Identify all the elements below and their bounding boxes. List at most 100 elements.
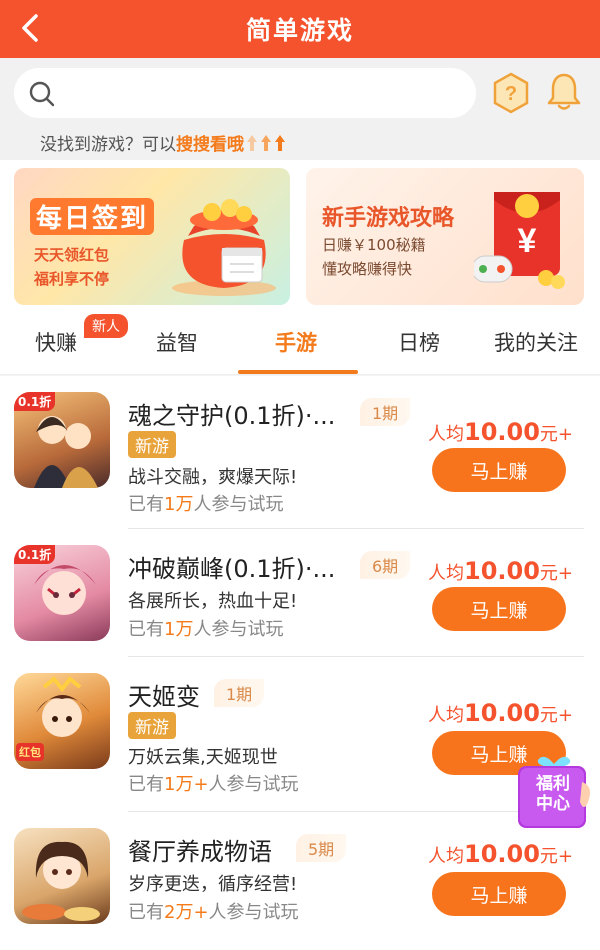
page-title: 简单游戏 — [245, 16, 354, 45]
search-link[interactable]: 搜搜看哦 — [176, 130, 244, 155]
game-description: 岁序更迭，循序经营! — [128, 874, 298, 895]
player-count-number: 1万+ — [164, 774, 209, 795]
divider — [128, 656, 584, 657]
app-header: 简单游戏 — [0, 0, 600, 58]
promo-banners: 每日签到 天天领红包 福利享不停 新手游戏攻略 日赚￥100秘籍 懂攻略赚得快 … — [0, 160, 600, 313]
svg-text:?: ? — [505, 83, 517, 105]
avg-unit: 元+ — [539, 705, 574, 726]
banner-title: 新手游戏攻略 — [322, 206, 455, 231]
welfare-center-button[interactable]: 福利 中心 — [514, 752, 594, 834]
avg-value: 10.00 — [464, 557, 540, 585]
player-count-suffix: 人参与试玩 — [193, 494, 284, 515]
chevron-left-icon — [22, 14, 38, 42]
average-earning: 人均10.00元+ — [428, 418, 573, 446]
search-section: ? 没找到游戏？可以 搜搜看哦 — [0, 58, 600, 160]
player-count-suffix: 人参与试玩 — [193, 619, 284, 640]
banner-subtitle: 福利享不停 — [34, 270, 110, 288]
tab-following[interactable]: 我的关注 — [494, 327, 578, 357]
new-user-badge: 新人 — [84, 314, 128, 338]
welfare-center-label: 福利 中心 — [522, 774, 584, 814]
search-input[interactable] — [14, 68, 476, 118]
banner-subtitle: 天天领红包 — [34, 246, 110, 264]
earn-now-button[interactable]: 马上赚 — [432, 448, 566, 492]
beginner-guide-banner[interactable]: 新手游戏攻略 日赚￥100秘籍 懂攻略赚得快 ¥ — [306, 168, 584, 305]
game-icon: 0.1折 — [14, 545, 110, 641]
game-list: 0.1折 魂之守护(0.1折)·... 1期 新游 战斗交融，爽爆天际! 已有1… — [0, 376, 600, 950]
tab-label: 手游 — [275, 331, 317, 355]
issue-badge: 5期 — [296, 834, 347, 862]
tab-label: 日榜 — [398, 331, 440, 355]
up-arrows-icon — [246, 133, 290, 153]
hint-text: 没找到游戏？可以 — [40, 135, 176, 155]
game-icon: 0.1折 — [14, 392, 110, 488]
avg-unit: 元+ — [539, 563, 574, 584]
help-button[interactable]: ? — [492, 72, 530, 114]
character-art-icon — [22, 841, 100, 921]
game-icon: 红包 — [14, 673, 110, 769]
issue-badge: 1期 — [360, 398, 411, 426]
game-description: 战斗交融，爽爆天际! — [128, 467, 298, 488]
player-count: 已有1万+人参与试玩 — [128, 770, 299, 796]
average-earning: 人均10.00元+ — [428, 840, 573, 868]
tab-label: 益智 — [156, 331, 198, 355]
game-description: 各展所长，热血十足! — [128, 591, 298, 612]
active-tab-indicator — [238, 370, 358, 374]
bell-icon — [547, 73, 581, 110]
avg-value: 10.00 — [464, 699, 540, 727]
avg-prefix: 人均 — [428, 846, 464, 867]
game-title: 天姬变 — [128, 683, 200, 711]
avg-value: 10.00 — [464, 418, 540, 446]
svg-text:¥: ¥ — [518, 222, 537, 260]
player-count-prefix: 已有 — [128, 902, 164, 923]
issue-badge: 1期 — [214, 679, 265, 707]
search-hint: 没找到游戏？可以 搜搜看哦 — [40, 130, 290, 155]
search-icon — [29, 81, 55, 107]
average-earning: 人均10.00元+ — [428, 557, 573, 585]
player-count-suffix: 人参与试玩 — [208, 902, 299, 923]
notification-button[interactable] — [545, 71, 583, 113]
player-count-prefix: 已有 — [128, 619, 164, 640]
welfare-line1: 福利 — [536, 774, 570, 794]
tab-puzzle[interactable]: 益智 — [156, 327, 198, 357]
new-game-tag: 新游 — [128, 712, 176, 739]
player-count-suffix: 人参与试玩 — [208, 774, 299, 795]
player-count-number: 1万 — [164, 494, 194, 515]
banner-subtitle: 懂攻略赚得快 — [322, 260, 413, 278]
player-count: 已有2万+人参与试玩 — [128, 898, 299, 924]
avg-unit: 元+ — [539, 846, 574, 867]
discount-badge: 0.1折 — [14, 545, 56, 564]
help-icon: ? — [493, 72, 529, 114]
game-title: 餐厅养成物语 — [128, 838, 272, 866]
average-earning: 人均10.00元+ — [428, 699, 573, 727]
avg-unit: 元+ — [539, 424, 574, 445]
player-count-prefix: 已有 — [128, 774, 164, 795]
avg-prefix: 人均 — [428, 424, 464, 445]
earn-now-button[interactable]: 马上赚 — [432, 587, 566, 631]
player-count: 已有1万人参与试玩 — [128, 490, 283, 516]
tab-label: 快赚 — [35, 331, 77, 355]
player-count-number: 2万+ — [164, 902, 209, 923]
banner-subtitle: 日赚￥100秘籍 — [322, 236, 426, 254]
tab-daily-rank[interactable]: 日榜 — [398, 327, 440, 357]
back-button[interactable] — [10, 8, 50, 48]
player-count-number: 1万 — [164, 619, 194, 640]
player-count: 已有1万人参与试玩 — [128, 615, 283, 641]
welfare-line2: 中心 — [536, 794, 570, 814]
daily-checkin-banner[interactable]: 每日签到 天天领红包 福利享不停 — [14, 168, 290, 305]
avg-prefix: 人均 — [428, 705, 464, 726]
banner-title: 每日签到 — [30, 198, 155, 235]
divider — [128, 528, 584, 529]
red-packet-badge: 红包 — [16, 743, 44, 761]
tab-label: 我的关注 — [494, 331, 578, 355]
tab-quick-earn[interactable]: 快赚 — [35, 327, 77, 357]
game-title: 魂之守护(0.1折)·... — [128, 402, 336, 430]
game-description: 万妖云集,天姬现世 — [128, 747, 278, 768]
avg-value: 10.00 — [464, 840, 540, 868]
new-game-tag: 新游 — [128, 431, 176, 458]
player-count-prefix: 已有 — [128, 494, 164, 515]
tab-mobile-games[interactable]: 手游 — [275, 327, 317, 357]
discount-badge: 0.1折 — [14, 392, 56, 411]
earn-now-button[interactable]: 马上赚 — [432, 872, 566, 916]
red-envelope-icon: ¥ — [474, 192, 565, 289]
game-title: 冲破巅峰(0.1折)·... — [128, 555, 336, 583]
